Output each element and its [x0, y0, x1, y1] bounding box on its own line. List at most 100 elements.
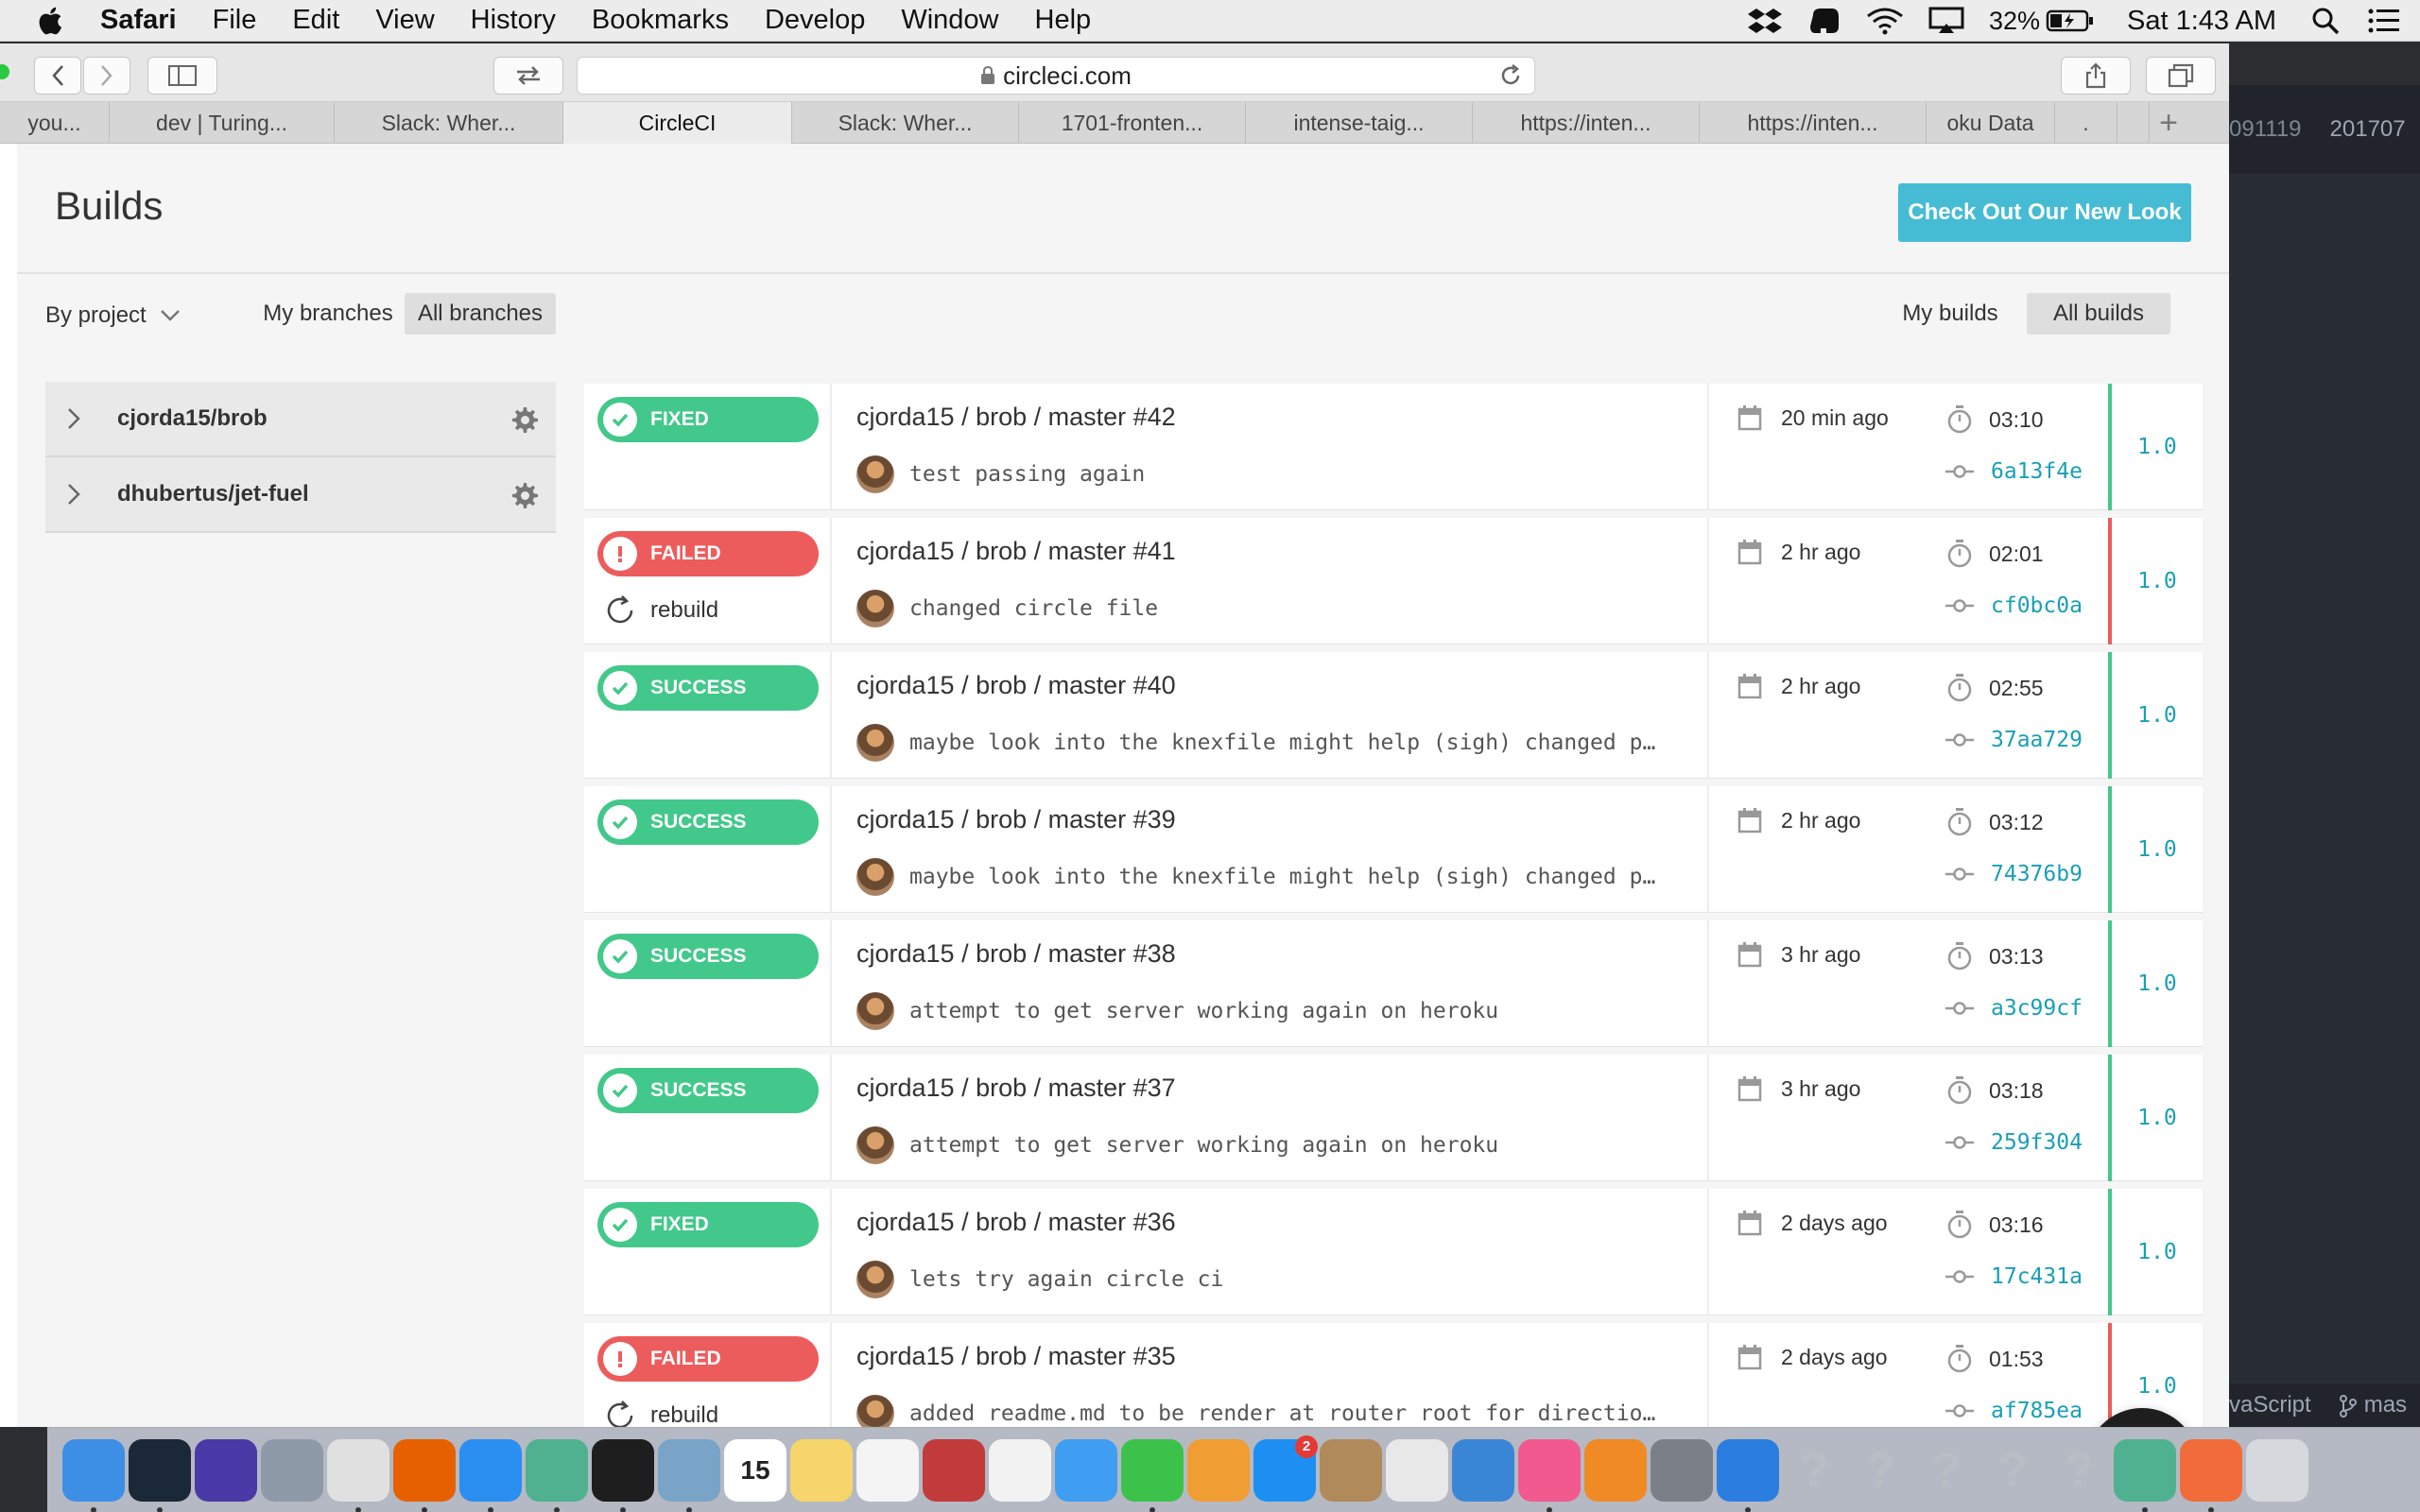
my-builds-button[interactable]: My builds [1889, 293, 2012, 335]
tab-switch-button[interactable] [493, 57, 563, 94]
photos-icon[interactable] [989, 1438, 1051, 1502]
menu-bookmarks[interactable]: Bookmarks [592, 5, 729, 36]
menu-history[interactable]: History [471, 5, 556, 36]
window-zoom-button[interactable] [0, 64, 9, 79]
project-item[interactable]: dhubertus/jet-fuel [45, 457, 556, 533]
pages-icon[interactable] [1187, 1438, 1250, 1502]
build-row[interactable]: FAILED rebuild cjorda15 / brob / master #4… [584, 518, 2203, 644]
launchpad-icon[interactable] [261, 1438, 323, 1502]
editor-tab[interactable]: 091119 [2229, 116, 2302, 143]
my-branches-button[interactable]: My branches [259, 293, 397, 335]
build-title-link[interactable]: cjorda15 / brob / master #38 [856, 939, 1176, 969]
gear-icon[interactable] [509, 404, 539, 435]
status-badge[interactable]: SUCCESS [597, 665, 819, 711]
share-button[interactable] [2061, 57, 2131, 94]
build-row[interactable]: FIXED cjorda15 / brob / master #42 test pa… [584, 384, 2203, 510]
airplay-icon[interactable] [1928, 7, 1964, 35]
evernote-elephant-icon[interactable] [1807, 6, 1841, 36]
atom-icon[interactable] [2114, 1438, 2176, 1512]
status-badge[interactable]: FAILED [597, 1336, 819, 1382]
postman-icon[interactable] [2180, 1438, 2242, 1512]
status-badge[interactable]: FAILED [597, 531, 819, 576]
browser-tab[interactable]: Slack: Wher... [792, 102, 1019, 144]
contacts-icon[interactable] [1320, 1438, 1382, 1502]
notes-icon[interactable] [790, 1438, 853, 1502]
new-look-button[interactable]: Check Out Our New Look [1898, 183, 2191, 242]
messages-icon[interactable] [1055, 1438, 1117, 1502]
ibooks-icon[interactable] [1584, 1438, 1647, 1502]
build-title-link[interactable]: cjorda15 / brob / master #37 [856, 1074, 1176, 1103]
browser-tab[interactable]: https://inten... [1473, 102, 1700, 144]
firefox-icon[interactable] [393, 1438, 456, 1512]
sidebar-toggle-button[interactable] [147, 57, 217, 94]
app-store-icon[interactable]: 2 [1253, 1435, 1318, 1502]
commit-sha-link[interactable]: af785ea [1945, 1399, 2083, 1423]
trash-icon[interactable] [2246, 1438, 2308, 1502]
status-badge[interactable]: FIXED [597, 397, 819, 442]
browser-tab[interactable]: intense-taig... [1246, 102, 1473, 144]
build-row[interactable]: SUCCESS cjorda15 / brob / master #40 maybe… [584, 652, 2203, 779]
forward-button[interactable] [83, 57, 130, 94]
unknown-app-icon[interactable]: ? [2048, 1439, 2110, 1502]
browser-tab[interactable]: oku Data [1927, 102, 2055, 144]
browser-tab[interactable]: you... [0, 102, 110, 144]
safari-icon[interactable] [459, 1438, 522, 1512]
editor-branch[interactable]: mas [2339, 1392, 2407, 1418]
status-badge[interactable]: SUCCESS [597, 1068, 819, 1113]
dropbox-icon[interactable] [1747, 7, 1783, 35]
unknown-app-icon[interactable]: ? [1981, 1439, 2044, 1502]
system-preferences-icon[interactable] [1651, 1438, 1713, 1502]
xcode-icon[interactable] [1717, 1438, 1779, 1512]
editor-language[interactable]: vaScript [2229, 1392, 2311, 1418]
rebuild-button[interactable]: rebuild [603, 592, 718, 629]
build-title-link[interactable]: cjorda15 / brob / master #39 [856, 805, 1176, 834]
project-item[interactable]: cjorda15/brob [45, 382, 556, 457]
new-tab-button[interactable]: + [2150, 102, 2187, 144]
spotlight-search-icon[interactable] [2310, 6, 2341, 36]
chevron-right-icon[interactable] [66, 482, 81, 507]
status-badge[interactable]: SUCCESS [597, 799, 819, 845]
numbers-icon[interactable] [1386, 1438, 1448, 1502]
calendar-icon[interactable]: 15 [724, 1438, 786, 1502]
keynote-icon[interactable] [1452, 1438, 1514, 1502]
build-row[interactable]: SUCCESS cjorda15 / brob / master #38 attem… [584, 920, 2203, 1047]
all-branches-button[interactable]: All branches [405, 293, 556, 335]
by-project-dropdown[interactable]: By project [45, 302, 181, 329]
menu-app-name[interactable]: Safari [100, 5, 177, 36]
unknown-app-icon[interactable]: ? [1915, 1439, 1978, 1502]
status-badge[interactable]: FIXED [597, 1202, 819, 1247]
menu-help[interactable]: Help [1035, 5, 1092, 36]
browser-tab[interactable]: Slack: Wher... [335, 102, 563, 144]
browser-tab[interactable] [2118, 102, 2150, 144]
steam-icon[interactable] [129, 1438, 191, 1512]
menu-view[interactable]: View [375, 5, 434, 36]
commit-sha-link[interactable]: 6a13f4e [1945, 459, 2083, 484]
menu-file[interactable]: File [213, 5, 257, 36]
show-all-tabs-button[interactable] [2146, 57, 2216, 94]
clock[interactable]: Sat 1:43 AM [2127, 6, 2276, 37]
reload-icon[interactable] [1498, 63, 1523, 88]
unknown-app-icon[interactable]: ? [1783, 1439, 1845, 1502]
chevron-right-icon[interactable] [66, 406, 81, 431]
browser-tab[interactable]: 1701-fronten... [1019, 102, 1246, 144]
build-title-link[interactable]: cjorda15 / brob / master #41 [856, 537, 1176, 566]
build-row[interactable]: SUCCESS cjorda15 / brob / master #37 attem… [584, 1055, 2203, 1181]
status-badge[interactable]: SUCCESS [597, 934, 819, 979]
facetime-icon[interactable] [1121, 1438, 1184, 1512]
browser-tab[interactable]: . [2055, 102, 2118, 144]
browser-tab-active[interactable]: CircleCI [563, 102, 792, 144]
commit-sha-link[interactable]: 259f304 [1945, 1130, 2083, 1155]
atom-icon[interactable] [526, 1438, 588, 1512]
build-row[interactable]: FIXED cjorda15 / brob / master #36 lets tr… [584, 1189, 2203, 1315]
browser-tab[interactable]: dev | Turing... [110, 102, 335, 144]
build-title-link[interactable]: cjorda15 / brob / master #40 [856, 671, 1176, 700]
commit-sha-link[interactable]: 37aa729 [1945, 728, 2083, 752]
build-title-link[interactable]: cjorda15 / brob / master #42 [856, 403, 1176, 432]
commit-sha-link[interactable]: 74376b9 [1945, 862, 2083, 886]
commit-sha-link[interactable]: 17c431a [1945, 1264, 2083, 1289]
rebuild-button[interactable]: rebuild [603, 1397, 718, 1427]
chrome-icon[interactable] [327, 1438, 389, 1512]
preview-icon[interactable] [658, 1438, 720, 1512]
battery-charging-icon[interactable] [2046, 9, 2095, 33]
build-row[interactable]: FAILED rebuild cjorda15 / brob / master #3… [584, 1323, 2203, 1427]
